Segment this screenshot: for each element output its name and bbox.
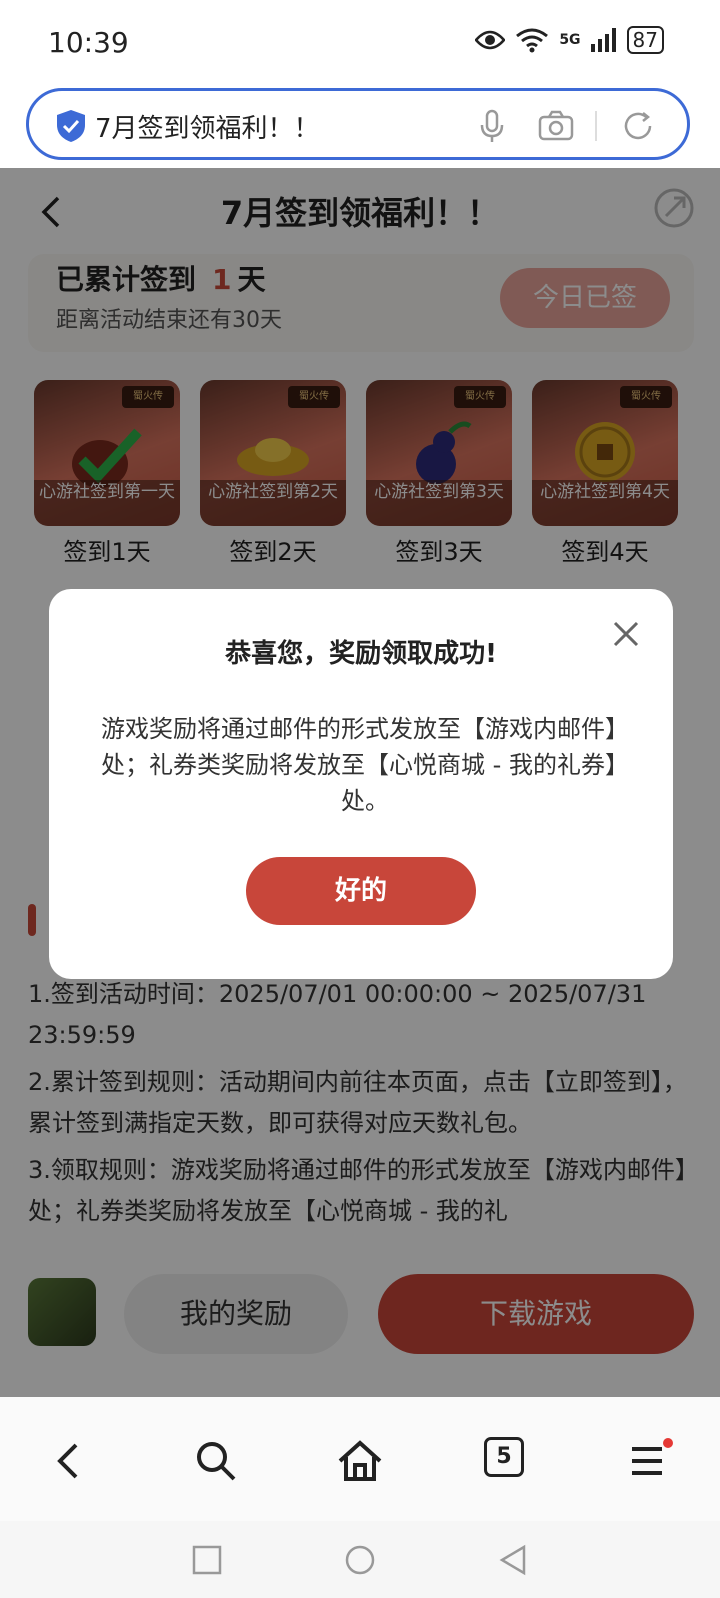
close-icon[interactable]	[611, 619, 641, 649]
address-bar[interactable]: 7月签到领福利！！	[26, 88, 690, 160]
address-divider	[595, 111, 597, 141]
back-icon[interactable]	[46, 1437, 94, 1485]
microphone-icon[interactable]	[473, 107, 511, 145]
network-label: 5G	[559, 32, 581, 48]
ok-button[interactable]: 好的	[246, 857, 476, 925]
signal-icon	[590, 28, 616, 52]
battery-indicator: 87	[626, 26, 664, 54]
browser-toolbar: 5	[0, 1397, 720, 1521]
address-text[interactable]: 7月签到领福利！！	[95, 108, 320, 145]
home-circle-icon[interactable]	[343, 1543, 377, 1577]
eye-icon	[475, 30, 506, 50]
search-icon[interactable]	[192, 1437, 240, 1485]
status-icons: 5G 87	[475, 26, 664, 54]
status-bar: 10:39 5G 87	[0, 0, 720, 88]
camera-icon[interactable]	[537, 107, 575, 145]
tab-count: 5	[484, 1437, 524, 1477]
reward-success-dialog: 恭喜您，奖励领取成功! 游戏奖励将通过邮件的形式发放至【游戏内邮件】处；礼券类奖…	[49, 589, 673, 979]
tabs-icon[interactable]: 5	[484, 1437, 532, 1485]
status-time: 10:39	[48, 26, 129, 59]
dialog-title: 恭喜您，奖励领取成功!	[225, 639, 497, 669]
home-icon[interactable]	[336, 1437, 384, 1485]
dialog-message: 游戏奖励将通过邮件的形式发放至【游戏内邮件】处；礼券类奖励将发放至【心悦商城 -…	[101, 715, 629, 815]
recents-icon[interactable]	[190, 1543, 224, 1577]
shield-check-icon	[57, 110, 85, 142]
system-navigation-bar	[0, 1521, 720, 1598]
wifi-icon	[516, 28, 549, 53]
system-back-icon[interactable]	[496, 1543, 530, 1577]
refresh-icon[interactable]	[619, 107, 657, 145]
menu-icon[interactable]	[626, 1437, 674, 1485]
